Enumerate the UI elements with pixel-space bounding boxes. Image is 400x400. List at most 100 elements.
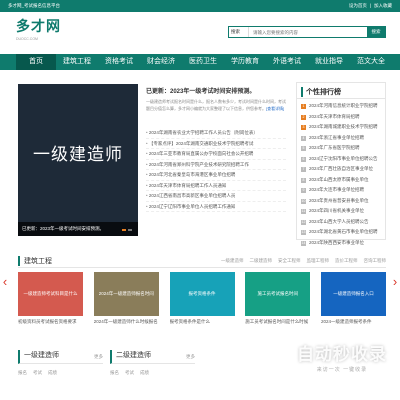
nav-item-essays[interactable]: 范文大全: [350, 54, 392, 70]
news-item[interactable]: 【专家点评】2024年湖南交通职业技术学院招聘考试: [146, 139, 286, 149]
nav-item-finance[interactable]: 财会经济: [140, 54, 182, 70]
ranking-item[interactable]: 4 2024年浙江省事业单位招聘: [301, 133, 381, 144]
ranking-item-label[interactable]: 2024年天津市体育局招聘: [309, 112, 360, 123]
ranking-item[interactable]: 13 2024年湖北省黄石市事业单位招聘: [301, 227, 381, 238]
subsection-tab[interactable]: 成绩: [140, 370, 149, 376]
set-homepage-link[interactable]: 设为首页: [349, 3, 367, 9]
search-button[interactable]: 搜索: [367, 27, 385, 37]
card-thumbnail[interactable]: 报考资格条件: [169, 272, 235, 316]
news-item[interactable]: 2024年三亚市教育局直属公办学校面向社会公开招聘: [146, 149, 286, 160]
add-favorite-link[interactable]: 加入收藏: [374, 3, 392, 9]
subsection-tab[interactable]: 报名: [110, 370, 119, 376]
rank-number: 3: [301, 125, 306, 130]
ranking-item[interactable]: 6 2024辽宁沈阳市事业单位招聘公告: [301, 154, 381, 165]
nav-item-construction[interactable]: 建筑工程: [56, 54, 98, 70]
article-card[interactable]: 一级建造师报名入口 2024一级建造师报考条件: [321, 272, 386, 325]
ranking-item-label[interactable]: 2024年山西大学人员招聘公告: [309, 217, 369, 228]
section-tag[interactable]: 监理工程师: [307, 258, 330, 264]
rank-number: 4: [301, 135, 306, 141]
ranking-item[interactable]: 8 2024年山西太原市属事业单位: [301, 175, 381, 186]
card-thumbnail[interactable]: 一级建造师考试科目是什么: [18, 272, 83, 316]
news-item[interactable]: 2024辽宁辽阳市事业单位人员招聘工作通知: [146, 202, 286, 212]
nav-item-qualification[interactable]: 资格考试: [98, 54, 140, 70]
headline-title[interactable]: 已更新：2023年一级考试时间安排预测。: [146, 86, 286, 95]
ranking-item[interactable]: 10 2024年贵州省普安县事业单位: [301, 196, 381, 207]
article-card[interactable]: 报考资格条件 报考资格条件是什么: [169, 272, 235, 325]
news-item[interactable]: 2024年湖南省农业大学招聘工作人员公告（附岗位表）: [146, 128, 286, 139]
section-tag[interactable]: 二级建造师: [250, 258, 273, 264]
subsection-tab[interactable]: 报名: [18, 370, 27, 376]
ranking-item[interactable]: 14 2024年陕西西安市事业单位: [301, 238, 381, 249]
site-domain: DUOCC.COM: [16, 37, 38, 41]
subsection-title[interactable]: 二级建造师: [110, 350, 195, 364]
subsection-tab[interactable]: 成绩: [48, 370, 57, 376]
nav-item-home[interactable]: 首页: [16, 54, 56, 70]
subsection-more-link[interactable]: 更多: [94, 354, 103, 360]
search-category-select[interactable]: 搜索: [229, 27, 249, 37]
ranking-item-label[interactable]: 2024辽宁沈阳市事业单位招聘公告: [309, 154, 378, 165]
news-item[interactable]: 2024年河南省郑州科学院产业技术研究院招聘工作: [146, 160, 286, 170]
card-caption[interactable]: 2024年一级建造师什么时候报名: [94, 319, 159, 325]
ranking-item-label[interactable]: 2024年湖北省黄石市事业单位招聘: [309, 227, 378, 238]
section-tag[interactable]: 安全工程师: [278, 258, 301, 264]
banner-caption[interactable]: 已更新：2023年一级考试时间安排预测。: [18, 222, 138, 236]
section-tag[interactable]: 造价工程师: [335, 258, 358, 264]
news-item[interactable]: 2024年天津市体育局招聘工作人员通知: [146, 181, 286, 191]
ranking-item[interactable]: 9 2024年大连市事业单位招聘: [301, 185, 381, 196]
article-card[interactable]: 施工员考试报名时间 施工员考试报名时间是什么时候: [245, 272, 311, 325]
subsection-title[interactable]: 一级建造师: [18, 350, 103, 364]
featured-banner[interactable]: 一级建造师 已更新：2023年一级考试时间安排预测。: [18, 84, 138, 236]
card-caption[interactable]: 施工员考试报名时间是什么时候: [245, 319, 310, 325]
headline-more-link[interactable]: [查看详情]: [266, 106, 284, 111]
section-title[interactable]: 建筑工程: [18, 256, 52, 266]
nav-item-language[interactable]: 外语考试: [266, 54, 308, 70]
card-caption[interactable]: 报考资格条件是什么: [170, 319, 235, 325]
nav-item-medical[interactable]: 医药卫生: [182, 54, 224, 70]
ranking-item[interactable]: 12 2024年山西大学人员招聘公告: [301, 217, 381, 228]
card-thumbnail[interactable]: 2024年一级建造师报名时间: [93, 272, 159, 316]
site-brand[interactable]: 多才网 DUOCC.COM: [16, 16, 76, 46]
subsection-tab[interactable]: 考试: [33, 370, 42, 376]
section-tag[interactable]: 一级建造师: [221, 258, 244, 264]
ranking-item-label[interactable]: 2024年山西太原市属事业单位: [309, 175, 369, 186]
card-thumbnail[interactable]: 一级建造师报名入口: [321, 272, 386, 316]
ranking-item-label[interactable]: 2024年大连市事业单位招聘: [309, 185, 364, 196]
subsection-more-link[interactable]: 更多: [186, 354, 195, 360]
ranking-item-label[interactable]: 2024年贵州省普安县事业单位: [309, 196, 369, 207]
news-item[interactable]: 2024年河北省秦皇岛市海港区事业单位招聘: [146, 170, 286, 181]
ranking-item-label[interactable]: 2024年广西壮族自治区事业单位: [309, 164, 373, 175]
banner-dot[interactable]: [128, 229, 132, 231]
ranking-item-label[interactable]: 2024年浙江省事业单位招聘: [309, 133, 364, 144]
card-caption[interactable]: 2024一级建造师报考条件: [321, 319, 386, 325]
search-input[interactable]: [249, 27, 367, 37]
article-card[interactable]: 2024年一级建造师报名时间 2024年一级建造师什么时候报名: [93, 272, 159, 325]
banner-pagination[interactable]: [122, 229, 132, 231]
ranking-item[interactable]: 3 2024年湖南城建职业技术学院招聘: [301, 122, 381, 133]
banner-dot-active[interactable]: [122, 229, 126, 231]
rank-number: 12: [301, 219, 306, 225]
card-thumbnail[interactable]: 施工员考试报名时间: [245, 272, 311, 316]
ranking-item[interactable]: 1 2024年河南信息统计职业学院招聘: [301, 101, 381, 112]
ranking-item-label[interactable]: 2024年河南信息统计职业学院招聘: [309, 101, 378, 112]
news-item[interactable]: 2024江西省南昌市高新区事业单位招聘人员: [146, 191, 286, 202]
ranking-item[interactable]: 11 2024年四川省机关事业单位: [301, 206, 381, 217]
ranking-item-label[interactable]: 2024年陕西西安市事业单位: [309, 238, 364, 249]
rank-number: 11: [301, 209, 306, 214]
ranking-item-label[interactable]: 2024年广东省医学院招聘: [309, 143, 360, 154]
ranking-item[interactable]: 2 2024年天津市体育局招聘: [301, 112, 381, 123]
card-caption[interactable]: 初级资料员考试报名资格要求: [18, 319, 83, 325]
watermark-subtitle: 来访一次 一键收录: [316, 367, 368, 373]
ranking-item[interactable]: 7 2024年广西壮族自治区事业单位: [301, 164, 381, 175]
ranking-item-label[interactable]: 2024年湖南城建职业技术学院招聘: [309, 122, 378, 133]
site-logo[interactable]: 多才网: [16, 16, 76, 36]
section-tag[interactable]: 咨询工程师: [364, 258, 387, 264]
article-card[interactable]: 一级建造师考试科目是什么 初级资料员考试报名资格要求: [18, 272, 83, 325]
ranking-item-label[interactable]: 2024年四川省机关事业单位: [309, 206, 364, 217]
nav-item-career[interactable]: 就业指导: [308, 54, 350, 70]
carousel-prev-arrow-icon[interactable]: ‹: [1, 272, 9, 292]
subsection-tab[interactable]: 考试: [125, 370, 134, 376]
top-links: 设为首页 | 加入收藏: [349, 3, 392, 9]
ranking-item[interactable]: 5 2024年广东省医学院招聘: [301, 143, 381, 154]
nav-item-education[interactable]: 学历教育: [224, 54, 266, 70]
carousel-next-arrow-icon[interactable]: ›: [391, 272, 399, 292]
